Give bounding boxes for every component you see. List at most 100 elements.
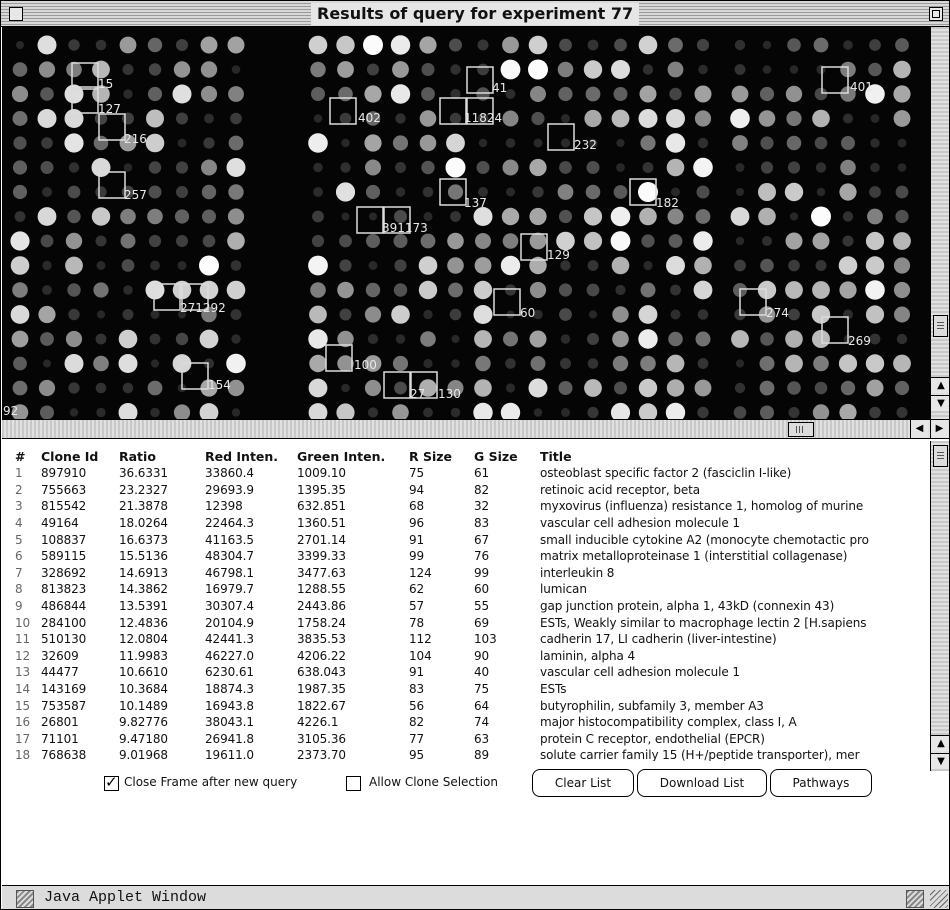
- array-spot[interactable]: [312, 210, 324, 223]
- array-spot[interactable]: [813, 37, 829, 53]
- array-spot[interactable]: [176, 235, 188, 247]
- array-spot[interactable]: [231, 334, 241, 344]
- array-spot[interactable]: [150, 260, 160, 271]
- array-spot[interactable]: [557, 61, 574, 78]
- array-spot[interactable]: [813, 355, 829, 372]
- array-spot[interactable]: [843, 113, 853, 124]
- results-list[interactable]: # Clone Id Ratio Red Inten. Green Inten.…: [15, 447, 930, 762]
- array-spot[interactable]: [42, 285, 52, 295]
- array-spot[interactable]: [368, 261, 378, 270]
- array-spot[interactable]: [310, 61, 326, 78]
- array-spot[interactable]: [696, 38, 710, 52]
- array-spot[interactable]: [419, 36, 437, 54]
- array-spot[interactable]: [611, 109, 630, 128]
- array-spot[interactable]: [392, 404, 409, 419]
- array-spot[interactable]: [698, 64, 708, 75]
- array-spot[interactable]: [147, 380, 163, 396]
- array-spot[interactable]: [613, 87, 628, 101]
- array-spot[interactable]: [762, 236, 772, 246]
- array-spot[interactable]: [693, 280, 713, 300]
- array-spot[interactable]: [147, 37, 163, 53]
- array-spot[interactable]: [814, 136, 828, 150]
- array-spot[interactable]: [870, 138, 880, 148]
- array-spot[interactable]: [789, 65, 799, 74]
- array-spot[interactable]: [450, 64, 461, 75]
- array-spot[interactable]: [696, 185, 710, 199]
- array-spot[interactable]: [12, 380, 28, 396]
- array-spot[interactable]: [670, 309, 681, 320]
- array-spot[interactable]: [640, 355, 656, 372]
- array-spot[interactable]: [123, 89, 133, 99]
- table-row[interactable]: 3 815542 21.3878 12398 632.851 68 32 myxovirus …: [15, 498, 930, 515]
- array-spot[interactable]: [759, 86, 775, 102]
- array-spot[interactable]: [584, 379, 602, 397]
- array-spot[interactable]: [896, 407, 908, 418]
- array-spot[interactable]: [502, 110, 519, 127]
- array-spot[interactable]: [176, 39, 188, 51]
- array-spot[interactable]: [418, 256, 438, 275]
- array-spot[interactable]: [587, 39, 599, 51]
- array-spot[interactable]: [638, 329, 658, 349]
- array-spot[interactable]: [760, 258, 774, 273]
- array-spot[interactable]: [758, 207, 776, 226]
- array-spot[interactable]: [200, 85, 218, 103]
- array-spot[interactable]: [616, 163, 625, 172]
- array-spot[interactable]: [12, 111, 28, 126]
- array-spot[interactable]: [473, 280, 493, 300]
- array-spot[interactable]: [814, 87, 828, 101]
- array-spot[interactable]: [120, 208, 136, 225]
- array-spot[interactable]: [896, 333, 908, 345]
- array-spot[interactable]: [640, 282, 656, 298]
- array-spot[interactable]: [893, 354, 911, 373]
- array-spot[interactable]: [734, 259, 746, 272]
- array-spot[interactable]: [839, 281, 857, 299]
- array-spot[interactable]: [588, 310, 598, 319]
- table-row[interactable]: 9 486844 13.5391 30307.4 2443.86 57 55 gap junc…: [15, 598, 930, 615]
- array-spot[interactable]: [40, 332, 54, 346]
- array-spot[interactable]: [11, 330, 29, 348]
- array-spot[interactable]: [145, 133, 165, 153]
- array-spot[interactable]: [93, 282, 109, 298]
- array-spot[interactable]: [893, 60, 911, 79]
- array-spot[interactable]: [418, 280, 438, 300]
- array-spot[interactable]: [146, 109, 164, 128]
- array-spot[interactable]: [95, 235, 107, 247]
- array-spot[interactable]: [733, 406, 747, 419]
- array-spot[interactable]: [10, 256, 30, 275]
- array-spot[interactable]: [38, 61, 56, 78]
- array-spot[interactable]: [420, 233, 436, 249]
- table-row[interactable]: 5 108837 16.6373 41163.5 2701.14 91 67 small in…: [15, 531, 930, 548]
- array-spot[interactable]: [341, 383, 350, 393]
- array-spot[interactable]: [419, 134, 437, 152]
- array-spot[interactable]: [392, 355, 409, 372]
- array-spot[interactable]: [474, 330, 492, 348]
- array-spot[interactable]: [395, 113, 406, 124]
- array-spot[interactable]: [894, 306, 910, 323]
- array-spot[interactable]: [642, 64, 654, 75]
- array-spot[interactable]: [421, 63, 435, 76]
- array-spot[interactable]: [93, 355, 109, 372]
- table-row[interactable]: 7 328692 14.6913 46798.1 3477.63 124 99 interle…: [15, 565, 930, 582]
- array-spot[interactable]: [501, 207, 520, 226]
- array-spot[interactable]: [336, 35, 355, 55]
- array-spot[interactable]: [559, 38, 572, 52]
- array-spot[interactable]: [150, 310, 160, 319]
- array-spot[interactable]: [666, 158, 685, 177]
- array-spot[interactable]: [730, 108, 750, 129]
- array-spot[interactable]: [10, 231, 30, 251]
- array-spot[interactable]: [228, 86, 244, 102]
- array-spot[interactable]: [639, 85, 657, 103]
- array-spot[interactable]: [870, 162, 880, 173]
- array-spot[interactable]: [450, 407, 461, 418]
- array-spot[interactable]: [308, 403, 328, 419]
- close-box-icon[interactable]: [9, 7, 23, 21]
- array-spot[interactable]: [313, 187, 323, 197]
- array-spot[interactable]: [666, 379, 685, 397]
- array-spot[interactable]: [451, 359, 460, 368]
- array-spot[interactable]: [449, 308, 462, 321]
- array-spot[interactable]: [735, 236, 745, 246]
- array-spot[interactable]: [529, 207, 547, 226]
- array-spot[interactable]: [473, 305, 493, 324]
- image-scroll-down-arrow-icon[interactable]: ▼: [931, 395, 949, 411]
- array-spot[interactable]: [640, 135, 656, 151]
